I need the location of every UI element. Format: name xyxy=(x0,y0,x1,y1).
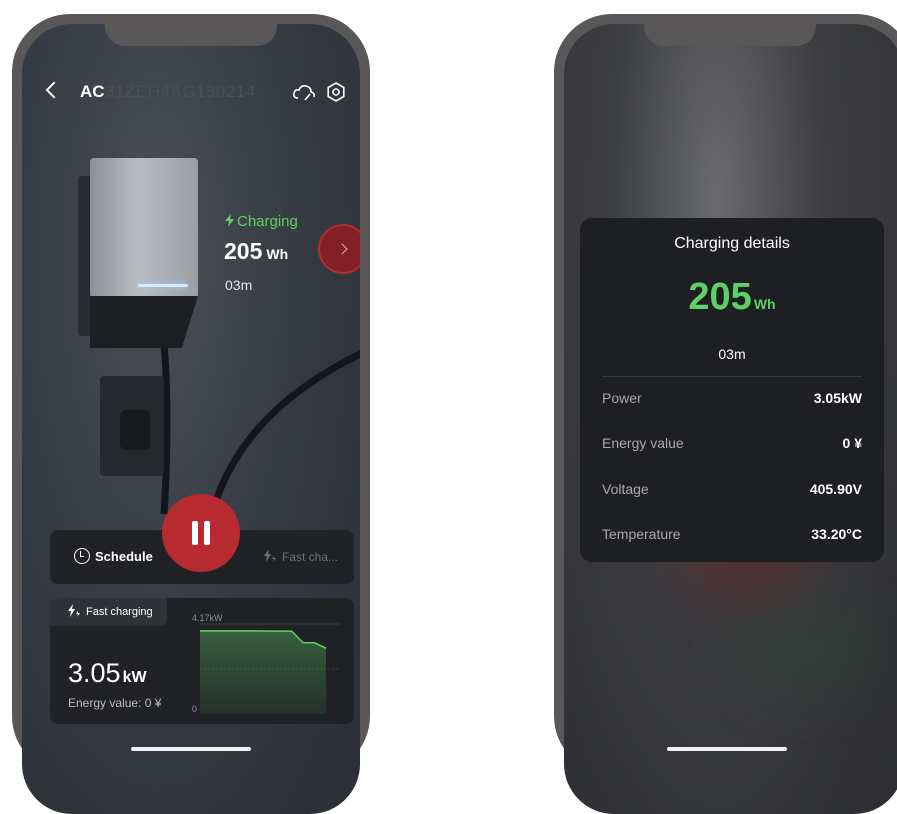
pause-icon xyxy=(192,521,198,545)
power-card: Fast charging 3.05 kW Energy value: 0 ¥ 4… xyxy=(50,598,354,724)
charging-duration: 03m xyxy=(225,277,253,293)
y-max-label: 4.17kW xyxy=(192,614,223,623)
details-energy: 205 Wh xyxy=(580,276,884,319)
fast-charge-label: Fast cha... xyxy=(281,550,338,564)
gear-icon[interactable] xyxy=(326,82,346,102)
divider xyxy=(602,376,862,377)
phone-frame-right: Charging details 205 Wh 03m Power 3.05kW … xyxy=(554,14,897,814)
charging-details-card: Charging details 205 Wh 03m Power 3.05kW … xyxy=(580,218,884,562)
cloud-settings-icon[interactable] xyxy=(292,82,316,102)
detail-value: 33.20°C xyxy=(811,526,862,542)
top-bar: AC 31ZEH4AG130214 xyxy=(22,81,360,106)
energy-unit: Wh xyxy=(266,246,289,262)
phone-notch xyxy=(105,14,277,46)
back-icon[interactable] xyxy=(45,81,63,99)
fast-charge-button[interactable]: Fast cha... xyxy=(263,549,338,564)
detail-label: Energy value xyxy=(602,435,684,451)
detail-row-power: Power 3.05kW xyxy=(602,390,862,410)
details-arrow-button[interactable] xyxy=(318,224,360,274)
status-label: Charging xyxy=(237,213,298,230)
detail-row-voltage: Voltage 405.90V xyxy=(602,481,862,501)
energy-value: 205 xyxy=(224,238,263,264)
details-duration: 03m xyxy=(718,346,746,362)
details-energy-value: 205 xyxy=(688,276,752,318)
power-value: 3.05 xyxy=(68,658,121,688)
charging-mode-tab: Fast charging xyxy=(50,598,167,626)
phone-notch xyxy=(644,14,817,46)
bolt-icon xyxy=(225,214,234,227)
schedule-label: Schedule xyxy=(95,549,153,564)
detail-label: Power xyxy=(602,390,642,406)
schedule-button[interactable]: Schedule xyxy=(74,548,153,564)
detail-value: 405.90V xyxy=(809,481,862,497)
detail-row-temperature: Temperature 33.20°C xyxy=(602,526,862,546)
detail-row-energy-value: Energy value 0 ¥ xyxy=(602,435,862,455)
clock-icon xyxy=(74,548,90,564)
power-readout: 3.05 kW xyxy=(68,658,147,689)
details-title: Charging details xyxy=(674,235,790,252)
device-serial: 31ZEH4AG130214 xyxy=(105,82,256,101)
mode-label: Fast charging xyxy=(86,606,153,618)
home-indicator[interactable] xyxy=(666,747,787,751)
detail-value: 0 ¥ xyxy=(842,435,862,451)
fast-charge-icon xyxy=(263,549,276,562)
pause-button[interactable] xyxy=(162,494,240,572)
charging-status: Charging xyxy=(225,213,298,230)
pause-icon-bar xyxy=(204,521,210,545)
device-title: AC xyxy=(80,82,105,101)
power-unit: kW xyxy=(122,669,147,686)
details-energy-unit: Wh xyxy=(753,296,776,312)
wallbox-illustration xyxy=(78,158,198,476)
fast-charge-icon xyxy=(68,604,80,617)
energy-value-text: Energy value: 0 ¥ xyxy=(68,696,162,710)
detail-label: Temperature xyxy=(602,526,681,542)
power-chart: 4.17kW 0 xyxy=(192,614,340,714)
detail-value: 3.05kW xyxy=(813,390,862,406)
detail-label: Voltage xyxy=(602,481,649,497)
y-min-label: 0 xyxy=(192,704,197,714)
charging-cable xyxy=(160,343,360,515)
details-screen: Charging details 205 Wh 03m Power 3.05kW … xyxy=(564,24,897,814)
charger-screen: AC 31ZEH4AG130214 Charging 205 Wh 03m Sc… xyxy=(22,24,360,814)
background-glow xyxy=(734,604,884,694)
home-indicator[interactable] xyxy=(131,747,251,751)
phone-frame-left: AC 31ZEH4AG130214 Charging 205 Wh 03m Sc… xyxy=(12,14,370,814)
energy-readout: 205 Wh xyxy=(224,238,288,265)
